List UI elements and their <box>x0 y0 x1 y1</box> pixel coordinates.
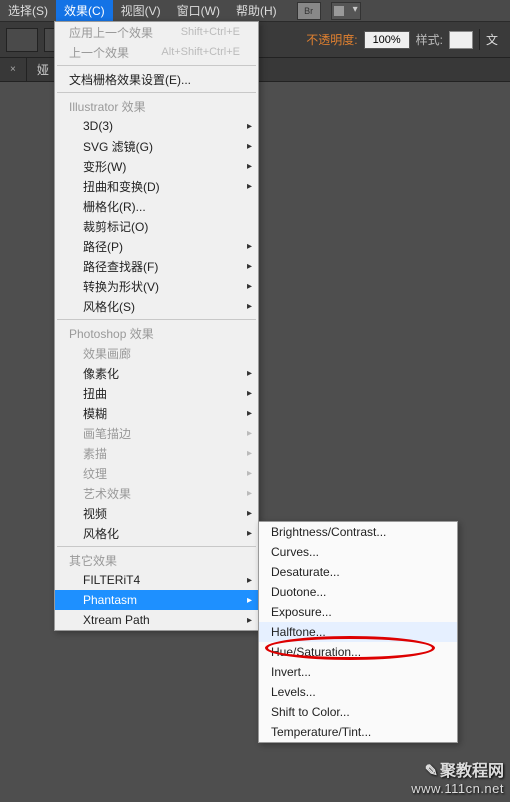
menu-last-effect: 上一个效果Alt+Shift+Ctrl+E <box>55 42 258 62</box>
watermark: ✎聚教程网 www.111cn.net <box>411 757 504 796</box>
submenu-item-invert[interactable]: Invert... <box>259 662 457 682</box>
submenu-item-temperature-tint[interactable]: Temperature/Tint... <box>259 722 457 742</box>
section-other: 其它效果 <box>55 550 258 570</box>
effects-menu: 应用上一个效果Shift+Ctrl+E 上一个效果Alt+Shift+Ctrl+… <box>54 21 259 631</box>
section-photoshop: Photoshop 效果 <box>55 323 258 343</box>
menu-window[interactable]: 窗口(W) <box>169 0 228 21</box>
submenu-item-desaturate[interactable]: Desaturate... <box>259 562 457 582</box>
watermark-icon: ✎ <box>424 761 438 775</box>
chevron-right-icon: ▸ <box>247 488 252 499</box>
menu-effect-gallery: 效果画廊 <box>55 343 258 363</box>
submenu-item-brightness-contrast[interactable]: Brightness/Contrast... <box>259 522 457 542</box>
menu-help[interactable]: 帮助(H) <box>228 0 285 21</box>
menu-distort-transform[interactable]: 扭曲和变换(D)▸ <box>55 176 258 196</box>
separator <box>57 92 256 93</box>
menu-brush-strokes: 画笔描边▸ <box>55 423 258 443</box>
menu-stylize-ai[interactable]: 风格化(S)▸ <box>55 296 258 316</box>
menu-phantasm[interactable]: Phantasm▸ <box>55 590 258 610</box>
separator <box>57 65 256 66</box>
bridge-button[interactable]: Br <box>297 2 321 20</box>
chevron-right-icon: ▸ <box>247 595 252 606</box>
tab-label: 娅 <box>37 61 49 78</box>
phantasm-submenu: Brightness/Contrast...Curves...Desaturat… <box>258 521 458 743</box>
chevron-right-icon: ▸ <box>247 181 252 192</box>
menu-filterit4[interactable]: FILTERiT4▸ <box>55 570 258 590</box>
chevron-right-icon: ▸ <box>247 428 252 439</box>
submenu-item-hue-saturation[interactable]: Hue/Saturation... <box>259 642 457 662</box>
separator <box>57 319 256 320</box>
chevron-right-icon: ▸ <box>247 241 252 252</box>
submenu-item-shift-to-color[interactable]: Shift to Color... <box>259 702 457 722</box>
submenu-item-exposure[interactable]: Exposure... <box>259 602 457 622</box>
style-label: 样式: <box>416 31 443 48</box>
chevron-right-icon: ▸ <box>247 448 252 459</box>
chevron-right-icon: ▸ <box>247 368 252 379</box>
menu-warp[interactable]: 变形(W)▸ <box>55 156 258 176</box>
chevron-right-icon: ▸ <box>247 301 252 312</box>
chevron-right-icon: ▸ <box>247 161 252 172</box>
chevron-right-icon: ▸ <box>247 121 252 132</box>
menu-texture: 纹理▸ <box>55 463 258 483</box>
menu-rasterize[interactable]: 栅格化(R)... <box>55 196 258 216</box>
menu-path[interactable]: 路径(P)▸ <box>55 236 258 256</box>
menu-3d[interactable]: 3D(3)▸ <box>55 116 258 136</box>
menu-video[interactable]: 视频▸ <box>55 503 258 523</box>
workspace-switcher[interactable] <box>331 2 361 20</box>
separator <box>57 546 256 547</box>
chevron-right-icon: ▸ <box>247 575 252 586</box>
menu-raster-settings[interactable]: 文档栅格效果设置(E)... <box>55 69 258 89</box>
menu-svg-filters[interactable]: SVG 滤镜(G)▸ <box>55 136 258 156</box>
menu-blur[interactable]: 模糊▸ <box>55 403 258 423</box>
menu-pixelate[interactable]: 像素化▸ <box>55 363 258 383</box>
chevron-right-icon: ▸ <box>247 408 252 419</box>
menu-cropmarks[interactable]: 裁剪标记(O) <box>55 216 258 236</box>
menu-select[interactable]: 选择(S) <box>0 0 56 21</box>
menu-effects[interactable]: 效果(C) <box>56 0 113 21</box>
style-swatch[interactable] <box>449 31 473 49</box>
submenu-item-halftone[interactable]: Halftone... <box>259 622 457 642</box>
menu-stylize-ps[interactable]: 风格化▸ <box>55 523 258 543</box>
doc-button[interactable]: 文 <box>479 29 504 50</box>
chevron-right-icon: ▸ <box>247 508 252 519</box>
menu-pathfinder[interactable]: 路径查找器(F)▸ <box>55 256 258 276</box>
submenu-item-levels[interactable]: Levels... <box>259 682 457 702</box>
chevron-right-icon: ▸ <box>247 261 252 272</box>
submenu-item-curves[interactable]: Curves... <box>259 542 457 562</box>
menu-view[interactable]: 视图(V) <box>113 0 169 21</box>
control-box-1[interactable] <box>6 28 38 52</box>
section-illustrator: Illustrator 效果 <box>55 96 258 116</box>
tab-close-left[interactable]: × <box>0 58 27 81</box>
close-icon: × <box>10 64 16 75</box>
chevron-right-icon: ▸ <box>247 528 252 539</box>
chevron-right-icon: ▸ <box>247 281 252 292</box>
menu-xtream-path[interactable]: Xtream Path▸ <box>55 610 258 630</box>
opacity-input[interactable] <box>364 31 410 49</box>
chevron-right-icon: ▸ <box>247 615 252 626</box>
menu-artistic: 艺术效果▸ <box>55 483 258 503</box>
opacity-label: 不透明度: <box>306 31 357 48</box>
menu-apply-last: 应用上一个效果Shift+Ctrl+E <box>55 22 258 42</box>
chevron-right-icon: ▸ <box>247 388 252 399</box>
menu-convert-shape[interactable]: 转换为形状(V)▸ <box>55 276 258 296</box>
chevron-right-icon: ▸ <box>247 141 252 152</box>
menu-sketch: 素描▸ <box>55 443 258 463</box>
submenu-item-duotone[interactable]: Duotone... <box>259 582 457 602</box>
menu-distort-ps[interactable]: 扭曲▸ <box>55 383 258 403</box>
menubar: 选择(S) 效果(C) 视图(V) 窗口(W) 帮助(H) Br <box>0 0 510 22</box>
chevron-right-icon: ▸ <box>247 468 252 479</box>
